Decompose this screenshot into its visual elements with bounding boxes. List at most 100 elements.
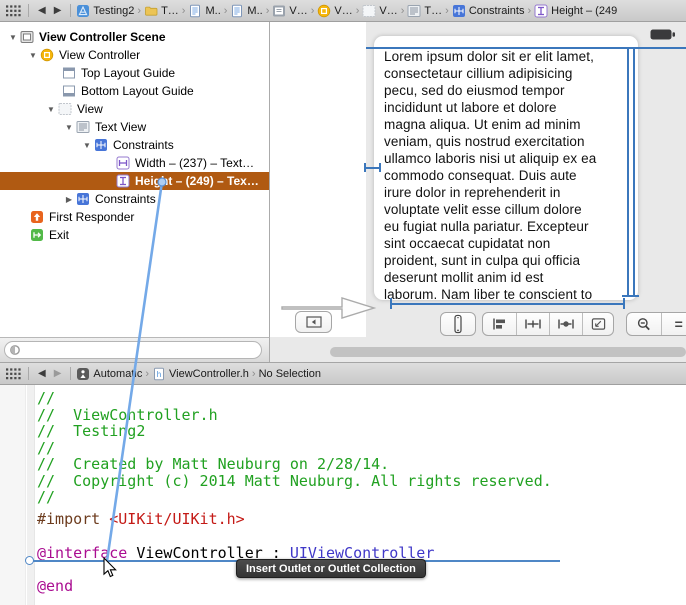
text-view-content[interactable]: Lorem ipsum dolor sit er elit lamet, con… [384, 48, 596, 300]
top-layout-guide-icon [62, 66, 76, 80]
breadcrumb-label: V… [334, 4, 353, 17]
code-comment-line: // Created by Matt Neuburg on 2/28/14. [37, 455, 390, 473]
outline-row-view[interactable]: ▼ View [0, 100, 269, 118]
height-constraint-beam-line-a [627, 49, 629, 296]
text-view-icon [407, 4, 421, 17]
assistant-file-label: ViewController.h [169, 367, 249, 380]
disclosure-triangle-open[interactable]: ▼ [80, 141, 94, 150]
outlet-insertion-indicator-circle [25, 556, 34, 565]
breadcrumb-chevron: › [400, 4, 405, 17]
drag-tooltip-label: Insert Outlet or Outlet Collection [246, 562, 416, 575]
pin-button[interactable] [516, 313, 549, 335]
forward-arrow-button[interactable]: ▶ [54, 368, 62, 379]
zoom-out-button[interactable] [627, 313, 661, 335]
disclosure-triangle-open[interactable]: ▼ [44, 105, 58, 114]
outline-label: Height – (249) – Tex… [135, 174, 259, 188]
resizing-icon [591, 318, 605, 330]
device-preview-button[interactable] [440, 312, 476, 336]
resolve-auto-layout-button[interactable] [549, 313, 582, 335]
back-arrow-button[interactable]: ◀ [38, 368, 46, 379]
outline-row-top-layout-guide[interactable]: Top Layout Guide [0, 64, 269, 82]
disclosure-triangle-open[interactable]: ▼ [26, 51, 40, 60]
header-name: <UIKit/UIKit.h> [109, 510, 245, 528]
breadcrumb-item-project[interactable]: Testing2 [76, 4, 134, 18]
zoom-out-icon [638, 317, 651, 330]
divider [28, 367, 29, 380]
zoom-button-group: = [626, 312, 686, 336]
breadcrumb-chevron: › [145, 367, 149, 380]
related-items-icon[interactable] [6, 367, 21, 380]
text-view-icon [76, 120, 90, 134]
disclosure-triangle-open[interactable]: ▼ [6, 33, 20, 42]
breadcrumb-item-view[interactable]: V… [362, 4, 398, 18]
back-arrow-button[interactable]: ◀ [38, 5, 46, 16]
outline-row-exit[interactable]: Exit [0, 226, 269, 244]
breadcrumb-item-height-constraint[interactable]: Height – (249 [534, 4, 617, 18]
breadcrumb-item-file-1[interactable]: M.. [188, 4, 221, 18]
disclosure-triangle-open[interactable]: ▼ [62, 123, 76, 132]
forward-arrow-button[interactable]: ▶ [54, 5, 62, 16]
svg-text:h: h [157, 370, 161, 379]
breadcrumb-label: Constraints [468, 4, 525, 17]
divider [70, 4, 72, 17]
document-icon [190, 4, 201, 17]
breadcrumb-item-storyboard[interactable]: V… [272, 4, 308, 18]
breadcrumb-label: T… [424, 4, 443, 17]
auto-layout-button-group [482, 312, 614, 336]
breadcrumb-item-constraints[interactable]: Constraints [452, 4, 525, 18]
header-file-icon: h [154, 367, 164, 380]
align-icon [492, 318, 505, 330]
code-fold-ribbon [27, 385, 35, 605]
assistant-mode-item[interactable]: Automatic [76, 367, 142, 381]
outline-row-constraints-text-view[interactable]: ▼ Constraints [0, 136, 269, 154]
outline-row-view-controller[interactable]: ▼ View Controller [0, 46, 269, 64]
breadcrumb-label: T… [161, 4, 179, 17]
height-constraint-beam-line-b [633, 49, 635, 296]
outline-label: Constraints [113, 138, 174, 152]
hide-document-outline-button[interactable] [295, 311, 332, 333]
canvas-horizontal-scrollbar[interactable] [330, 347, 686, 357]
code-comment-line: // [37, 389, 56, 407]
outline-label: Exit [49, 228, 70, 242]
breadcrumb-chevron: › [445, 4, 449, 17]
filter-icon [10, 345, 20, 355]
view-icon [362, 4, 376, 17]
view-controller-icon [40, 48, 54, 62]
outline-label: View Controller [59, 48, 141, 62]
ib-canvas[interactable]: Lorem ipsum dolor sit er elit lamet, con… [270, 22, 686, 362]
breadcrumb-item-file-2[interactable]: M.. [230, 4, 263, 18]
breadcrumb-item-view-controller[interactable]: V… [317, 4, 353, 18]
assistant-mode-label: Automatic [93, 367, 143, 380]
outline-row-width-constraint[interactable]: Width – (237) – Text… [0, 154, 269, 172]
width-constraint-right-cap [623, 298, 625, 309]
assistant-selection-item[interactable]: No Selection [259, 368, 321, 380]
canvas-background [270, 22, 366, 337]
constraint-top-guide-line [366, 47, 686, 49]
breadcrumb-item-text-view[interactable]: T… [407, 4, 442, 18]
outline-row-constraints-view[interactable]: ▶ Constraints [0, 190, 269, 208]
width-constraint-left-cap [390, 298, 392, 309]
outline-label: View [77, 102, 103, 116]
align-button[interactable] [483, 313, 516, 335]
view-controller-card[interactable]: Lorem ipsum dolor sit er elit lamet, con… [374, 36, 638, 300]
outline-label: Top Layout Guide [81, 66, 176, 80]
related-items-icon[interactable] [6, 4, 21, 17]
outline-row-bottom-layout-guide[interactable]: Bottom Layout Guide [0, 82, 269, 100]
resizing-behavior-button[interactable] [582, 313, 613, 335]
outline-filter-input[interactable] [4, 341, 262, 359]
assistant-file-item[interactable]: h ViewController.h [152, 367, 249, 381]
battery-icon [650, 29, 675, 40]
iphone-icon [454, 314, 462, 334]
constraints-icon [94, 138, 108, 152]
outline-label: First Responder [49, 210, 135, 224]
breadcrumb-item-folder[interactable]: T… [144, 4, 179, 18]
breadcrumb-label: V… [289, 4, 308, 17]
breadcrumb-label: V… [379, 4, 398, 17]
outline-row-height-constraint-selected[interactable]: Height – (249) – Tex… [0, 172, 269, 190]
outline-row-view-controller-scene[interactable]: ▼ View Controller Scene [0, 28, 269, 46]
breadcrumb-label: Height – (249 [551, 4, 618, 17]
zoom-actual-size-button[interactable]: = [661, 313, 686, 335]
outline-row-text-view[interactable]: ▼ Text View [0, 118, 269, 136]
outline-row-first-responder[interactable]: First Responder [0, 208, 269, 226]
disclosure-triangle-closed[interactable]: ▶ [62, 195, 76, 204]
